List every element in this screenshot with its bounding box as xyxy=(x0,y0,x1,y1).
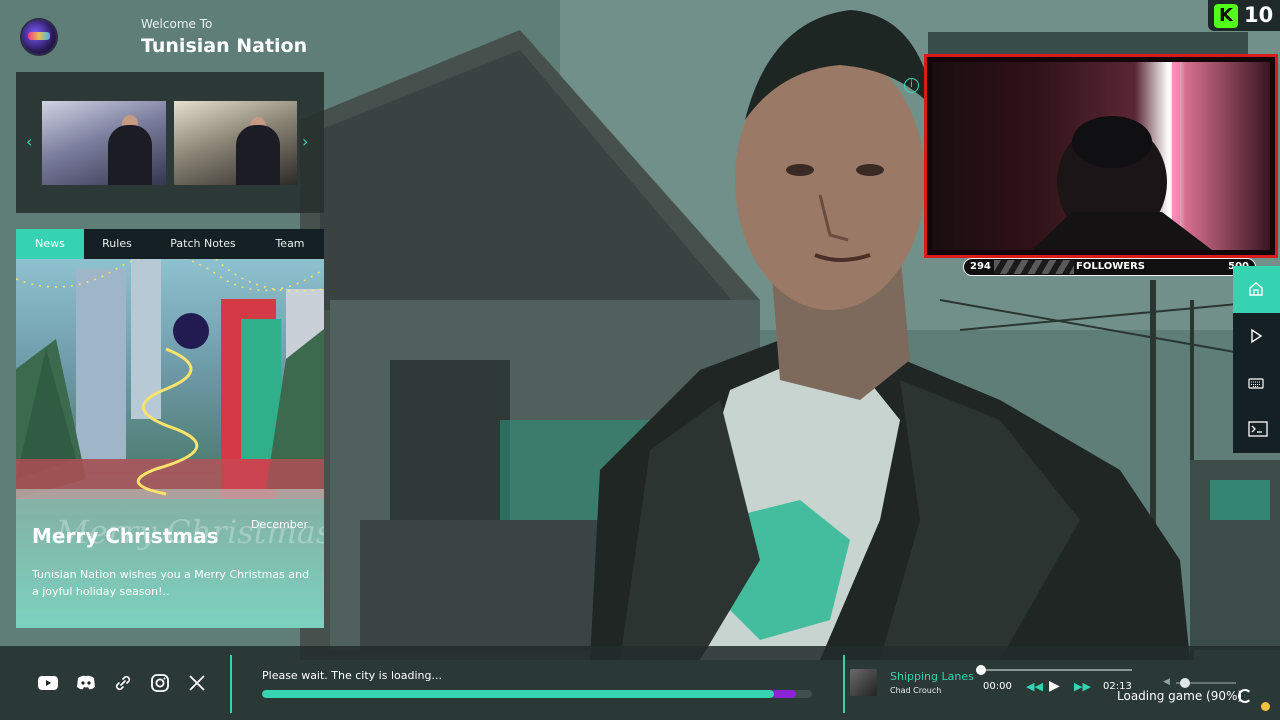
tab-team[interactable]: Team xyxy=(256,229,324,259)
followers-label: FOLLOWERS xyxy=(1076,261,1145,272)
tab-patch-notes[interactable]: Patch Notes xyxy=(150,229,256,259)
x-icon xyxy=(189,675,205,691)
server-title: Tunisian Nation xyxy=(141,35,308,57)
terminal-button[interactable] xyxy=(1233,406,1280,453)
webcam-feed xyxy=(924,54,1278,258)
fast-forward-icon[interactable]: ▶▶ xyxy=(1074,680,1091,693)
followers-current: 294 xyxy=(970,261,991,272)
instagram-icon xyxy=(151,674,169,692)
keyboard-icon xyxy=(1248,378,1264,389)
chevron-left-icon[interactable]: ‹ xyxy=(26,132,32,151)
kick-count: 10 xyxy=(1244,3,1274,27)
home-icon xyxy=(1249,282,1263,296)
news-body: Tunisian Nation wishes you a Merry Chris… xyxy=(32,568,310,598)
image-gallery: ‹ › xyxy=(16,72,324,213)
volume-handle[interactable] xyxy=(1180,678,1190,688)
divider xyxy=(843,655,845,713)
play-button[interactable] xyxy=(1233,313,1280,360)
info-icon[interactable]: i xyxy=(904,78,919,93)
loading-progress-tip xyxy=(774,690,796,698)
loading-message: Please wait. The city is loading... xyxy=(262,669,442,682)
loading-spinner-icon xyxy=(1238,689,1252,703)
divider xyxy=(230,655,232,713)
volume-slider[interactable] xyxy=(1176,678,1236,688)
play-pause-icon[interactable]: ▶ xyxy=(1049,678,1060,694)
seek-handle[interactable] xyxy=(976,665,986,675)
gallery-thumbnail[interactable] xyxy=(174,101,297,185)
kick-icon: K xyxy=(1214,4,1238,28)
link-button[interactable] xyxy=(111,671,135,695)
instagram-button[interactable] xyxy=(148,671,172,695)
news-title: Merry Christmas xyxy=(32,524,219,548)
terminal-icon xyxy=(1248,421,1268,437)
link-icon xyxy=(115,675,131,691)
play-icon xyxy=(1251,328,1263,344)
tab-news[interactable]: News xyxy=(16,229,84,259)
song-title: Shipping Lanes xyxy=(890,670,974,683)
rewind-icon[interactable]: ◀◀ xyxy=(1026,680,1043,693)
youtube-button[interactable] xyxy=(36,671,60,695)
info-tabs: News Rules Patch Notes Team xyxy=(16,229,324,259)
home-button[interactable] xyxy=(1233,266,1280,313)
discord-button[interactable] xyxy=(74,671,98,695)
webcam-top-bar xyxy=(928,32,1248,54)
music-time-current: 00:00 xyxy=(983,681,1012,692)
right-nav xyxy=(1233,266,1280,453)
followers-goal-bar: 294 FOLLOWERS 500 xyxy=(963,258,1256,276)
tab-rules[interactable]: Rules xyxy=(84,229,150,259)
loading-game-status: Loading game (90%) xyxy=(1117,689,1243,703)
server-logo-icon xyxy=(22,20,56,54)
discord-icon xyxy=(77,675,95,690)
gallery-thumbnail[interactable] xyxy=(42,101,166,185)
news-card[interactable]: Merry Christmas December Merry Christmas… xyxy=(16,259,324,628)
volume-icon[interactable]: ◀ xyxy=(1163,677,1170,687)
status-dot-icon xyxy=(1261,702,1270,711)
loading-progress-fill xyxy=(262,690,774,698)
chevron-right-icon[interactable]: › xyxy=(302,132,308,151)
x-button[interactable] xyxy=(185,671,209,695)
loading-progress-bar xyxy=(262,690,812,698)
music-seek-bar[interactable] xyxy=(976,665,1132,675)
welcome-text: Welcome To xyxy=(141,17,213,31)
keyboard-button[interactable] xyxy=(1233,360,1280,407)
youtube-icon xyxy=(38,676,58,690)
kick-badge: K 10 xyxy=(1208,0,1280,31)
song-artist: Chad Crouch xyxy=(890,686,942,695)
album-art xyxy=(850,669,877,696)
news-month: December xyxy=(250,518,308,531)
